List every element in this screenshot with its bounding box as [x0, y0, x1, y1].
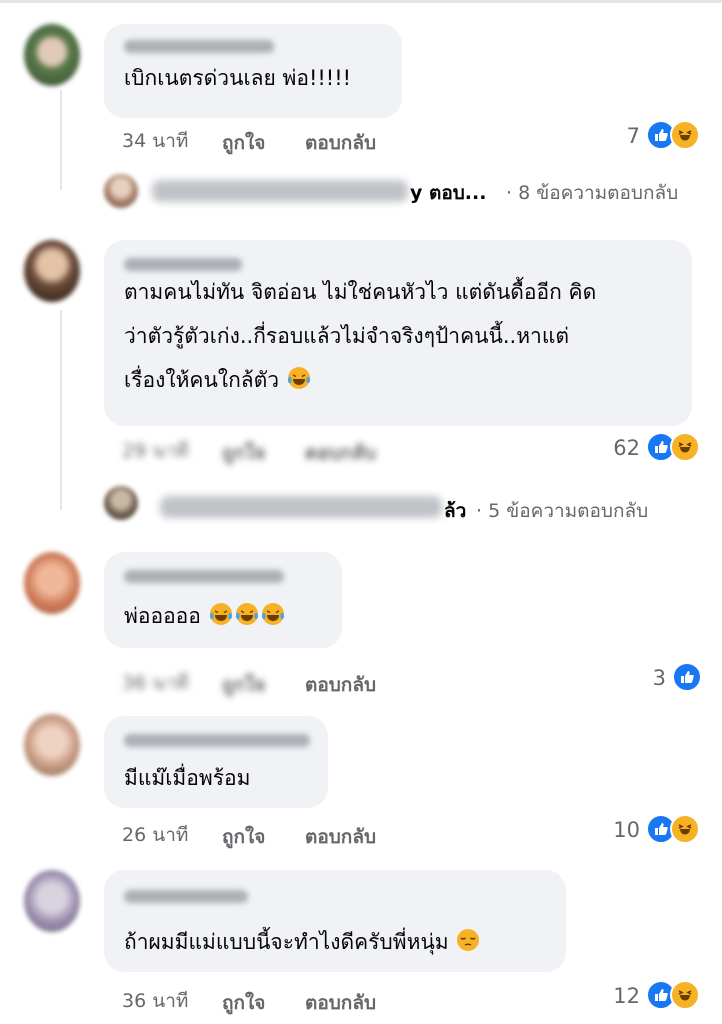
tears-of-joy-icon: [235, 603, 258, 625]
thumbs-up-icon: [672, 662, 702, 692]
comment-bubble: เบิกเนตรด่วนเลย พ่อ!!!!!: [104, 24, 402, 118]
like-button[interactable]: ถูกใจ: [222, 438, 265, 468]
comment-time[interactable]: 36 นาที: [122, 668, 188, 698]
reply-button[interactable]: ตอบกลับ: [305, 128, 376, 158]
reply-count[interactable]: · 8 ข้อความตอบกลับ: [506, 178, 678, 208]
like-button[interactable]: ถูกใจ: [222, 988, 265, 1018]
commenter-name[interactable]: [124, 734, 310, 747]
comment-time[interactable]: 26 นาที: [122, 820, 188, 850]
reaction-count[interactable]: 12: [600, 984, 640, 1008]
reply-button[interactable]: ตอบกลับ: [305, 988, 376, 1018]
comment-bubble: มีแม๊เมื่อพร้อม: [104, 716, 328, 808]
reply-preview-suffix[interactable]: y ตอบ...: [410, 178, 486, 208]
laughing-face-icon: [670, 432, 700, 462]
laughing-face-icon: [670, 120, 700, 150]
avatar[interactable]: [24, 24, 80, 86]
comment-time[interactable]: 29 นาที: [122, 436, 188, 466]
pensive-face-icon: [457, 929, 480, 951]
top-divider: [0, 0, 722, 3]
reaction-count[interactable]: 10: [600, 818, 640, 842]
comment-text: ว่าตัวรู้ตัวเก่ง..กี่รอบแล้วไม่จำจริงๆป้…: [124, 324, 570, 348]
comment-bubble: พ่อออออ: [104, 552, 342, 648]
comment-time[interactable]: 36 นาที: [122, 986, 188, 1016]
comment-text: มีแม๊เมื่อพร้อม: [124, 766, 251, 790]
comment-time[interactable]: 34 นาที: [122, 126, 188, 156]
reaction-count[interactable]: 7: [600, 124, 640, 148]
comment-text: พ่อออออ: [124, 594, 286, 638]
reply-avatar[interactable]: [104, 174, 138, 208]
reply-avatar[interactable]: [104, 486, 138, 520]
commenter-name[interactable]: [124, 40, 274, 53]
reply-button[interactable]: ตอบกลับ: [305, 822, 376, 852]
thread-line: [60, 90, 62, 190]
laughing-face-icon: [670, 980, 700, 1010]
comment-text: ตามคนไม่ทัน จิตอ่อน ไม่ใช่คนหัวไว แต่ดัน…: [124, 280, 597, 304]
like-button[interactable]: ถูกใจ: [222, 822, 265, 852]
commenter-name[interactable]: [124, 570, 284, 583]
avatar[interactable]: [24, 552, 80, 614]
comment-text: เรื่องให้คนใกล้ตัว: [124, 358, 312, 402]
comment-bubble: ถ้าผมมีแม่แบบนี้จะทำไงดีครับพี่หนุ่ม: [104, 870, 566, 972]
reply-author-blurred[interactable]: [152, 180, 408, 202]
laughing-face-icon: [670, 814, 700, 844]
reply-preview-suffix[interactable]: ล้ว: [444, 496, 466, 526]
avatar[interactable]: [24, 714, 80, 776]
thread-line: [60, 310, 62, 510]
like-button[interactable]: ถูกใจ: [222, 670, 265, 700]
avatar[interactable]: [24, 870, 80, 932]
commenter-name[interactable]: [124, 890, 248, 903]
tears-of-joy-icon: [209, 603, 232, 625]
reaction-count[interactable]: 3: [626, 666, 666, 690]
reply-count[interactable]: · 5 ข้อความตอบกลับ: [476, 496, 648, 526]
reply-author-blurred[interactable]: [160, 496, 442, 518]
tears-of-joy-icon: [261, 603, 284, 625]
avatar[interactable]: [24, 240, 80, 302]
comment-bubble: ตามคนไม่ทัน จิตอ่อน ไม่ใช่คนหัวไว แต่ดัน…: [104, 240, 692, 426]
reply-button[interactable]: ตอบกลับ: [305, 438, 376, 468]
tears-of-joy-icon: [287, 367, 310, 389]
reply-button[interactable]: ตอบกลับ: [305, 670, 376, 700]
reaction-count[interactable]: 62: [600, 436, 640, 460]
comment-text: เบิกเนตรด่วนเลย พ่อ!!!!!: [124, 66, 352, 90]
comment-text: ถ้าผมมีแม่แบบนี้จะทำไงดีครับพี่หนุ่ม: [124, 920, 481, 964]
like-button[interactable]: ถูกใจ: [222, 128, 265, 158]
